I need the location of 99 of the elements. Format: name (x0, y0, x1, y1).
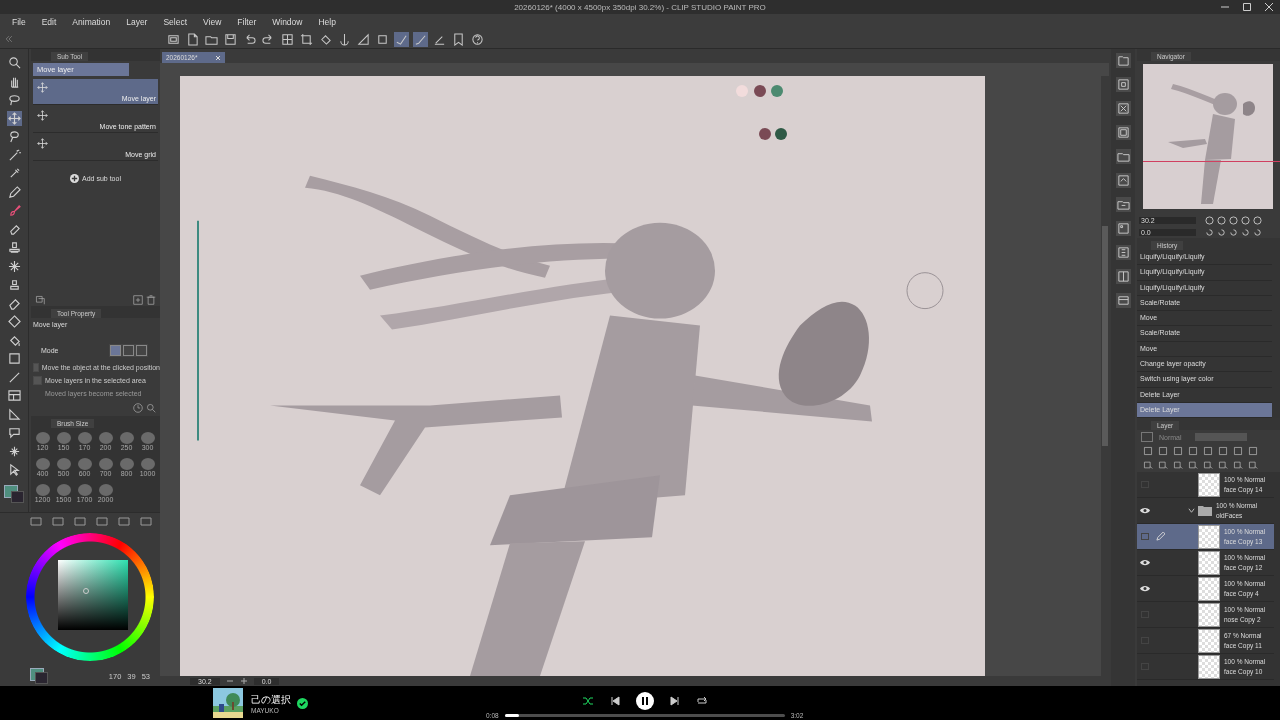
color-tab-icon[interactable] (140, 517, 152, 526)
panel-icon[interactable] (1115, 77, 1131, 92)
snap-icon[interactable] (413, 31, 428, 47)
save-icon[interactable] (223, 31, 238, 47)
progress-bar[interactable] (504, 713, 785, 717)
move-icon (37, 110, 48, 121)
gradient-icon[interactable] (6, 351, 22, 366)
ruler-icon[interactable] (6, 406, 22, 422)
panel-icon[interactable] (1115, 197, 1131, 212)
color-swatch[interactable] (30, 668, 48, 684)
layer-action-icon[interactable] (1173, 460, 1183, 470)
layer-thumbnail (1198, 524, 1220, 549)
layer-thumbnail (1198, 550, 1220, 575)
sparkle-icon[interactable] (6, 258, 22, 274)
window-title: 20260126* (4000 x 4500px 350dpi 30.2%) - CLIP STUDIO PAINT PRO (514, 2, 766, 12)
color-tab-icon[interactable] (96, 517, 108, 526)
menu-item[interactable]: Edit (33, 17, 65, 27)
move-icon (37, 82, 48, 93)
menu-item[interactable]: View (195, 17, 230, 27)
layer-thumbnail (1198, 576, 1220, 601)
menu-item[interactable]: File (4, 17, 34, 27)
color-swatch[interactable] (4, 484, 24, 503)
color-tab-icon[interactable] (52, 517, 64, 526)
transform-icon[interactable] (280, 31, 295, 47)
pen-icon[interactable] (6, 184, 22, 200)
frame-icon[interactable] (6, 388, 22, 403)
layer-thumbnail (1198, 602, 1220, 627)
help-icon[interactable] (470, 31, 485, 47)
crop-icon[interactable] (299, 31, 314, 47)
next-icon[interactable] (669, 695, 680, 706)
add-icon[interactable] (133, 295, 143, 305)
repeat-icon[interactable] (695, 694, 708, 707)
scrollbar-thumb[interactable] (1102, 226, 1108, 446)
panel-icon[interactable] (1115, 53, 1131, 68)
pause-button[interactable] (635, 691, 654, 710)
close-icon[interactable] (1264, 2, 1274, 12)
menu-item[interactable]: Help (310, 17, 344, 27)
opacity-slider[interactable] (1195, 433, 1247, 441)
layer-color-button[interactable] (1141, 432, 1153, 442)
menu-item[interactable]: Window (264, 17, 311, 27)
anchor-icon[interactable] (337, 31, 352, 47)
saved-check-icon[interactable] (297, 697, 308, 709)
caret-icon[interactable] (1188, 507, 1195, 514)
pause-icon (639, 695, 650, 706)
menu-item[interactable]: Select (155, 17, 196, 27)
layer-action-icon[interactable] (1203, 460, 1213, 470)
hidden-toggle[interactable] (1141, 533, 1149, 540)
move-icon (37, 138, 48, 149)
bookmark-icon[interactable] (451, 31, 466, 47)
trash-icon[interactable] (146, 295, 156, 305)
copy-icon[interactable] (35, 295, 45, 305)
panel-icon[interactable] (1115, 173, 1131, 188)
shuffle-icon[interactable] (581, 694, 594, 707)
add-icon (70, 174, 80, 183)
layer-action-icon[interactable] (1218, 460, 1228, 470)
search-icon[interactable] (146, 403, 156, 413)
panel-icon[interactable] (1115, 125, 1131, 140)
selection-icon[interactable] (356, 31, 371, 47)
color-tab-icon[interactable] (74, 517, 86, 526)
panel-icon[interactable] (1115, 221, 1131, 236)
clock-icon[interactable] (133, 403, 143, 413)
color-tab-icon[interactable] (30, 517, 42, 526)
folder-icon (1198, 505, 1212, 516)
zoom-in-icon[interactable] (239, 677, 248, 685)
color-tab-icon[interactable] (118, 517, 130, 526)
panel-icon[interactable] (1115, 293, 1131, 308)
color-square[interactable] (58, 560, 128, 630)
move-icon[interactable] (6, 110, 22, 126)
balloon-icon[interactable] (6, 425, 22, 440)
snap-icon[interactable] (394, 31, 409, 47)
panel-icon[interactable] (1115, 149, 1131, 164)
menu-item[interactable]: Animation (64, 17, 119, 27)
mode-selector[interactable] (109, 344, 148, 357)
eye-icon[interactable] (1140, 559, 1150, 566)
maximize-icon[interactable] (1242, 2, 1252, 12)
layer-thumbnail (1198, 654, 1220, 679)
search-icon[interactable] (6, 55, 22, 70)
layer-action-icon[interactable] (1158, 460, 1168, 470)
panel-icon[interactable] (1115, 245, 1131, 260)
eye-icon[interactable] (1140, 507, 1150, 514)
stamp-icon[interactable] (6, 240, 22, 255)
layer-action-icon[interactable] (1143, 460, 1153, 470)
layer-action-icon[interactable] (1188, 460, 1198, 470)
pencil-icon (1155, 532, 1165, 541)
panel-icon[interactable] (1115, 269, 1131, 284)
track-title[interactable]: 己の選択 (251, 692, 289, 707)
layer-action-icon[interactable] (1233, 460, 1243, 470)
blend-icon[interactable] (6, 314, 22, 329)
eye-icon[interactable] (1140, 585, 1150, 592)
menu-item[interactable]: Filter (229, 17, 265, 27)
layer-thumbnail (1198, 628, 1220, 653)
layer-thumbnail (1198, 472, 1220, 497)
panel-icon[interactable] (1115, 101, 1131, 116)
close-icon[interactable] (215, 54, 222, 61)
layer-action-icon[interactable] (1248, 460, 1258, 470)
lasso-icon[interactable] (6, 92, 22, 107)
previous-icon[interactable] (609, 695, 620, 706)
new-file-icon[interactable] (185, 31, 200, 47)
menu-item[interactable]: Layer (118, 17, 156, 27)
